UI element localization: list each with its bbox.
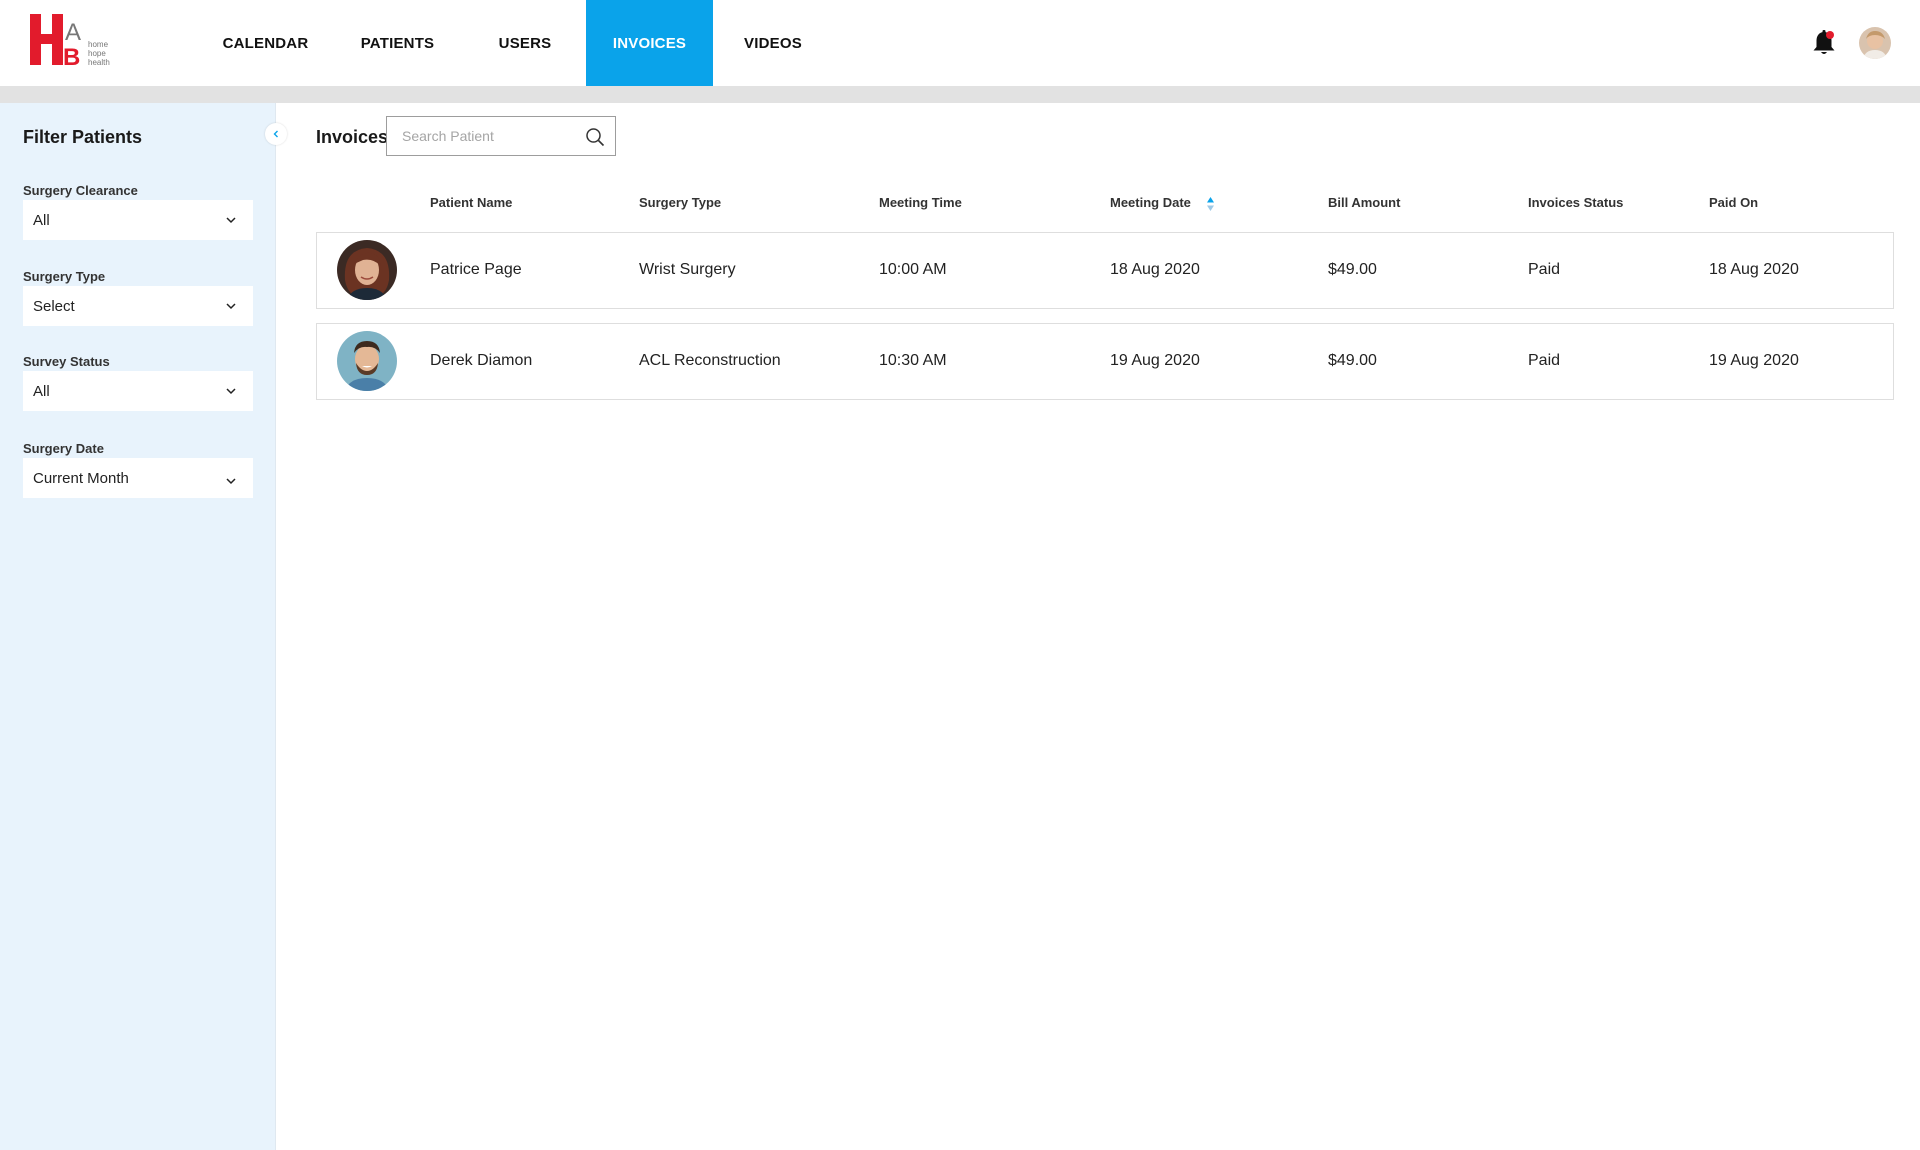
search-input[interactable] bbox=[387, 117, 577, 155]
chevron-down-icon bbox=[226, 217, 236, 224]
survey-status-label: Survey Status bbox=[23, 354, 110, 369]
svg-text:A: A bbox=[65, 19, 81, 46]
surgery-clearance-value: All bbox=[33, 211, 50, 229]
column-header-paid-on[interactable]: Paid On bbox=[1709, 195, 1758, 210]
nav-videos[interactable]: VIDEOS bbox=[713, 0, 833, 86]
surgery-type-value: Select bbox=[33, 297, 75, 315]
chevron-down-icon bbox=[226, 478, 236, 485]
main-nav: CALENDAR PATIENTS USERS INVOICES VIDEOS bbox=[200, 0, 833, 86]
sidebar-title: Filter Patients bbox=[23, 127, 143, 147]
column-header-meeting-time[interactable]: Meeting Time bbox=[879, 195, 962, 210]
column-header-meeting-date[interactable]: Meeting Date bbox=[1110, 195, 1191, 210]
paid-on: 19 Aug 2020 bbox=[1709, 352, 1799, 369]
nav-users[interactable]: USERS bbox=[464, 0, 586, 86]
surgery-date-value: Current Month bbox=[33, 469, 129, 487]
surgery-type: ACL Reconstruction bbox=[639, 352, 781, 369]
bill-amount: $49.00 bbox=[1328, 352, 1377, 369]
page-title: Invoices bbox=[316, 127, 389, 147]
sort-arrows-icon[interactable] bbox=[1206, 196, 1215, 212]
logo-text-line-3: health bbox=[88, 58, 110, 67]
meeting-date: 19 Aug 2020 bbox=[1110, 352, 1200, 369]
brand-logo[interactable]: A B home hope health bbox=[30, 14, 130, 70]
search-icon[interactable] bbox=[585, 127, 605, 147]
column-header-bill-amount[interactable]: Bill Amount bbox=[1328, 195, 1400, 210]
header-divider bbox=[0, 86, 1920, 103]
column-header-patient-name[interactable]: Patient Name bbox=[430, 195, 512, 210]
patient-name: Derek Diamon bbox=[430, 352, 533, 369]
invoice-status: Paid bbox=[1528, 352, 1561, 369]
user-avatar[interactable] bbox=[1859, 27, 1891, 59]
surgery-type-label: Surgery Type bbox=[23, 269, 106, 284]
chevron-left-icon bbox=[273, 130, 278, 138]
nav-patients[interactable]: PATIENTS bbox=[331, 0, 464, 86]
bell-icon[interactable] bbox=[1811, 29, 1837, 57]
patient-avatar bbox=[337, 331, 397, 391]
top-header: A B home hope health CALENDAR PATIENTS U… bbox=[0, 0, 1920, 86]
notification-dot bbox=[1826, 31, 1834, 39]
table-row[interactable]: Derek Diamon ACL Reconstruction 10:30 AM… bbox=[316, 323, 1894, 400]
meeting-time: 10:30 AM bbox=[879, 352, 947, 369]
svg-text:B: B bbox=[63, 44, 80, 70]
surgery-type-select[interactable]: Select bbox=[23, 286, 253, 326]
meeting-time: 10:00 AM bbox=[879, 261, 947, 278]
meeting-date: 18 Aug 2020 bbox=[1110, 261, 1200, 278]
collapse-sidebar-button[interactable] bbox=[265, 123, 287, 145]
chevron-down-icon bbox=[226, 388, 236, 395]
nav-calendar[interactable]: CALENDAR bbox=[200, 0, 331, 86]
paid-on: 18 Aug 2020 bbox=[1709, 261, 1799, 278]
column-header-surgery-type[interactable]: Surgery Type bbox=[639, 195, 721, 210]
surgery-clearance-label: Surgery Clearance bbox=[23, 183, 138, 198]
chevron-down-icon bbox=[226, 303, 236, 310]
patient-name: Patrice Page bbox=[430, 261, 522, 278]
filter-sidebar: Filter Patients Surgery Clearance All Su… bbox=[0, 103, 287, 1150]
surgery-date-select[interactable]: Current Month bbox=[23, 458, 253, 498]
surgery-clearance-select[interactable]: All bbox=[23, 200, 253, 240]
search-box bbox=[386, 116, 616, 156]
survey-status-select[interactable]: All bbox=[23, 371, 253, 411]
invoice-status: Paid bbox=[1528, 261, 1561, 278]
table-row[interactable]: Patrice Page Wrist Surgery 10:00 AM 18 A… bbox=[316, 232, 1894, 309]
surgery-date-label: Surgery Date bbox=[23, 441, 104, 456]
bill-amount: $49.00 bbox=[1328, 261, 1377, 278]
column-header-invoices-status[interactable]: Invoices Status bbox=[1528, 195, 1623, 210]
patient-avatar bbox=[337, 240, 397, 300]
logo-text-line-2: hope bbox=[88, 49, 106, 58]
survey-status-value: All bbox=[33, 382, 50, 400]
surgery-type: Wrist Surgery bbox=[639, 261, 736, 278]
logo-text-line-1: home bbox=[88, 40, 109, 49]
nav-invoices[interactable]: INVOICES bbox=[586, 0, 713, 86]
